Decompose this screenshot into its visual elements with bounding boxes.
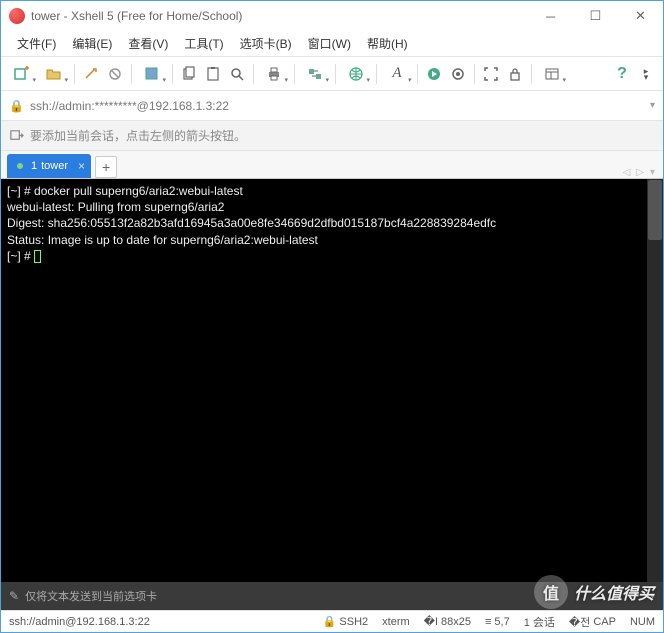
- lock-icon: 🔒: [9, 99, 24, 113]
- fullscreen-button[interactable]: [480, 62, 502, 86]
- menu-tabs[interactable]: 选项卡(B): [232, 33, 300, 54]
- new-tab-button[interactable]: +: [95, 156, 117, 178]
- window-title: tower - Xshell 5 (Free for Home/School): [31, 9, 528, 23]
- terminal-line: [~] # docker pull superng6/aria2:webui-l…: [7, 183, 657, 199]
- tab-index: 1: [31, 160, 37, 172]
- status-num: NUM: [630, 616, 655, 628]
- toolbar-overflow-button[interactable]: ▸▾: [635, 62, 657, 86]
- scrollbar-thumb[interactable]: [648, 180, 662, 240]
- terminal-line: webui-latest: Pulling from superng6/aria…: [7, 199, 657, 215]
- tab-active[interactable]: 1 tower ×: [7, 154, 91, 178]
- send-mode-icon[interactable]: ✎: [9, 589, 19, 603]
- titlebar[interactable]: tower - Xshell 5 (Free for Home/School) …: [1, 1, 663, 31]
- lock-button[interactable]: [504, 62, 526, 86]
- new-session-button[interactable]: [7, 62, 37, 86]
- terminal-line: Digest: sha256:05513f2a82b3afd16945a3a00…: [7, 215, 657, 231]
- terminal-line: Status: Image is up to date for superng6…: [7, 232, 657, 248]
- tab-nav: ◁ ▷ ▾: [623, 167, 655, 178]
- tab-close-button[interactable]: ×: [78, 159, 85, 173]
- paste-button[interactable]: [202, 62, 224, 86]
- status-bar: ssh://admin@192.168.1.3:22 🔒 SSH2 xterm …: [1, 610, 663, 632]
- app-icon: [9, 8, 25, 24]
- watermark-text: 什么值得买: [574, 580, 654, 604]
- tab-next-button[interactable]: ▷: [636, 167, 644, 178]
- separator: [335, 64, 336, 84]
- hint-text: 要添加当前会话，点击左侧的箭头按钮。: [30, 127, 246, 144]
- font-button[interactable]: A: [382, 62, 412, 86]
- scrollbar[interactable]: [647, 179, 663, 582]
- terminal[interactable]: [~] # docker pull superng6/aria2:webui-l…: [1, 179, 663, 582]
- menu-window[interactable]: 窗口(W): [300, 33, 359, 54]
- transfer-button[interactable]: [300, 62, 330, 86]
- status-protocol: 🔒 SSH2: [323, 615, 368, 628]
- watermark-icon: 值: [534, 575, 568, 609]
- copy-button[interactable]: [178, 62, 200, 86]
- cursor: [34, 250, 41, 263]
- highlight-button[interactable]: [447, 62, 469, 86]
- terminal-line: [~] #: [7, 249, 34, 263]
- close-button[interactable]: ✕: [618, 1, 663, 31]
- tab-bar: 1 tower × + ◁ ▷ ▾: [1, 151, 663, 179]
- menu-tools[interactable]: 工具(T): [176, 33, 231, 54]
- status-pos: ≡ 5,7: [485, 616, 510, 628]
- separator: [417, 64, 418, 84]
- separator: [253, 64, 254, 84]
- separator: [531, 64, 532, 84]
- separator: [131, 64, 132, 84]
- disconnect-button[interactable]: [104, 62, 126, 86]
- help-button[interactable]: ?: [611, 62, 633, 86]
- layout-button[interactable]: [537, 62, 567, 86]
- separator: [74, 64, 75, 84]
- menu-edit[interactable]: 编辑(E): [64, 33, 120, 54]
- menubar: 文件(F) 编辑(E) 查看(V) 工具(T) 选项卡(B) 窗口(W) 帮助(…: [1, 31, 663, 57]
- find-button[interactable]: [226, 62, 248, 86]
- maximize-button[interactable]: ☐: [573, 1, 618, 31]
- hint-bar: 要添加当前会话，点击左侧的箭头按钮。: [1, 121, 663, 151]
- address-text[interactable]: ssh://admin:*********@192.168.1.3:22: [30, 99, 644, 113]
- window-controls: ─ ☐ ✕: [528, 1, 663, 31]
- separator: [172, 64, 173, 84]
- separator: [294, 64, 295, 84]
- print-button[interactable]: [259, 62, 289, 86]
- separator: [376, 64, 377, 84]
- status-caps: �전 CAP: [569, 614, 616, 630]
- script-button[interactable]: [423, 62, 445, 86]
- add-session-icon[interactable]: [9, 128, 24, 143]
- toolbar: A ? ▸▾: [1, 57, 663, 91]
- tab-prev-button[interactable]: ◁: [623, 167, 631, 178]
- menu-view[interactable]: 查看(V): [120, 33, 176, 54]
- minimize-button[interactable]: ─: [528, 1, 573, 31]
- web-button[interactable]: [341, 62, 371, 86]
- properties-button[interactable]: [137, 62, 167, 86]
- app-window: tower - Xshell 5 (Free for Home/School) …: [0, 0, 664, 633]
- tab-list-button[interactable]: ▾: [650, 167, 655, 178]
- address-dropdown-icon[interactable]: ▾: [650, 100, 655, 111]
- reconnect-button[interactable]: [80, 62, 102, 86]
- status-connection: ssh://admin@192.168.1.3:22: [9, 616, 150, 628]
- status-sessions: 1 会话: [524, 614, 555, 630]
- status-term: xterm: [382, 616, 410, 628]
- watermark: 值 什么值得买: [534, 575, 654, 609]
- tab-label: tower: [41, 160, 68, 172]
- connection-status-icon: [17, 163, 23, 169]
- menu-help[interactable]: 帮助(H): [359, 33, 416, 54]
- menu-file[interactable]: 文件(F): [9, 33, 64, 54]
- open-button[interactable]: [39, 62, 69, 86]
- address-bar: 🔒 ssh://admin:*********@192.168.1.3:22 ▾: [1, 91, 663, 121]
- separator: [474, 64, 475, 84]
- status-size: �I 88x25: [424, 615, 471, 628]
